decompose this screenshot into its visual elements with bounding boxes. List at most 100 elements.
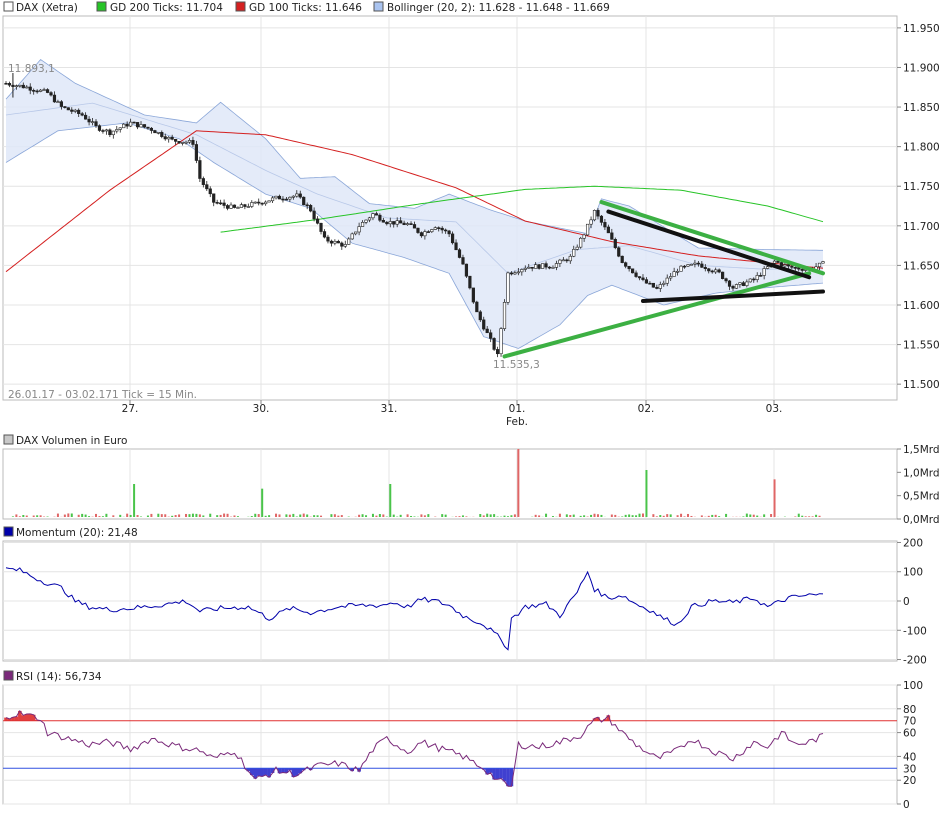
candle-body (246, 206, 250, 208)
volume-bar (406, 514, 409, 517)
volume-bar (84, 514, 87, 517)
candle-body (416, 227, 420, 233)
price-ytick-label-9: 11.500 (903, 379, 940, 391)
candle-body (579, 237, 583, 248)
volume-bar (631, 515, 634, 517)
candle-body (547, 266, 552, 269)
candle-body (710, 270, 714, 273)
candle-body (18, 84, 22, 87)
volume-bar (690, 515, 693, 517)
candle-body (170, 137, 174, 140)
candle-body (295, 193, 299, 197)
volume-bar (718, 516, 721, 517)
volume-bar (15, 514, 18, 517)
candle-body (426, 231, 430, 233)
volume-bar (517, 449, 520, 517)
candle-body (821, 261, 825, 264)
volume-bar (725, 513, 728, 517)
candle-body (658, 284, 662, 289)
volume-bar (36, 515, 39, 517)
candle-body (783, 264, 787, 267)
volume-bar (268, 515, 271, 517)
volume-bar (202, 515, 205, 517)
volume-bar (254, 513, 257, 517)
candle-body (450, 233, 455, 244)
volume-bar (209, 513, 212, 517)
candle-body (734, 284, 739, 289)
candle-body (49, 92, 53, 96)
candle-body (703, 267, 707, 270)
candle-body (686, 264, 690, 267)
volume-bar (427, 514, 430, 517)
rsi-legend: RSI (14): 56,734 (3, 670, 102, 683)
candle-body (180, 142, 185, 144)
volume-bar (358, 514, 361, 517)
candle-body (596, 210, 600, 217)
volume-bar (641, 513, 644, 517)
candle-body (793, 267, 797, 269)
candle-body (433, 227, 437, 230)
candle-body (540, 263, 545, 269)
volume-bar (316, 515, 319, 517)
volume-bar (683, 516, 686, 517)
volume-bar (756, 515, 759, 517)
candle-body (755, 275, 759, 280)
candle-body (108, 129, 112, 136)
candle-body (14, 85, 18, 88)
candle-body (447, 230, 451, 235)
volume-bar (382, 514, 385, 517)
x-tick-label-5: 03. (766, 403, 783, 415)
volume-bar (275, 513, 278, 517)
candle-body (45, 89, 50, 93)
date-range-label: 26.01.17 - 03.02.17 (8, 389, 112, 401)
volume-bar (198, 514, 201, 517)
volume-bar (770, 514, 773, 517)
volume-bar (610, 514, 613, 517)
legend-swatch-gd100 (235, 1, 246, 12)
candle-body (748, 278, 752, 283)
interval-label: 1 Tick = 15 Min. (112, 389, 197, 401)
candle-body (264, 201, 268, 205)
volume-bar (18, 516, 21, 517)
volume-bar (365, 515, 368, 517)
candle-body (544, 263, 548, 268)
candle-body (378, 214, 382, 221)
legend-swatch-bollinger (373, 1, 384, 12)
candle-body (104, 129, 108, 132)
volume-bar (392, 514, 395, 517)
volume-bar (513, 514, 516, 517)
volume-bar (652, 514, 655, 517)
legend-swatch-rsi (3, 670, 14, 681)
candle-body (153, 130, 157, 134)
candle-body (385, 221, 389, 225)
candle-body (727, 280, 732, 287)
volume-bar (320, 515, 323, 517)
candle-body (648, 282, 652, 285)
candle-body (270, 197, 275, 202)
candle-body (582, 234, 586, 239)
volume-bar (420, 514, 423, 517)
candle-body (381, 219, 385, 223)
legend-swatch-volume (3, 434, 14, 445)
candle-body (464, 263, 469, 277)
volume-bar (70, 513, 73, 517)
candle-body (392, 221, 396, 225)
candle-body (274, 195, 278, 199)
volume-bar (808, 516, 811, 517)
candle-body (312, 210, 316, 220)
volume-bar (804, 516, 807, 517)
volume-ytick-label-0: 1,5Mrd (903, 444, 940, 456)
candle-body (672, 271, 676, 277)
volume-bar (32, 515, 35, 517)
volume-bar (250, 516, 253, 517)
candle-body (682, 265, 687, 268)
candle-body (772, 260, 777, 264)
volume-bar (63, 514, 66, 517)
candle-body (163, 136, 167, 140)
volume-ytick-label-2: 0,5Mrd (903, 491, 940, 503)
volume-bar (801, 515, 804, 517)
volume-bar (482, 515, 485, 517)
candle-body (39, 89, 43, 92)
volume-bar (669, 514, 672, 517)
candle-body (489, 332, 493, 339)
